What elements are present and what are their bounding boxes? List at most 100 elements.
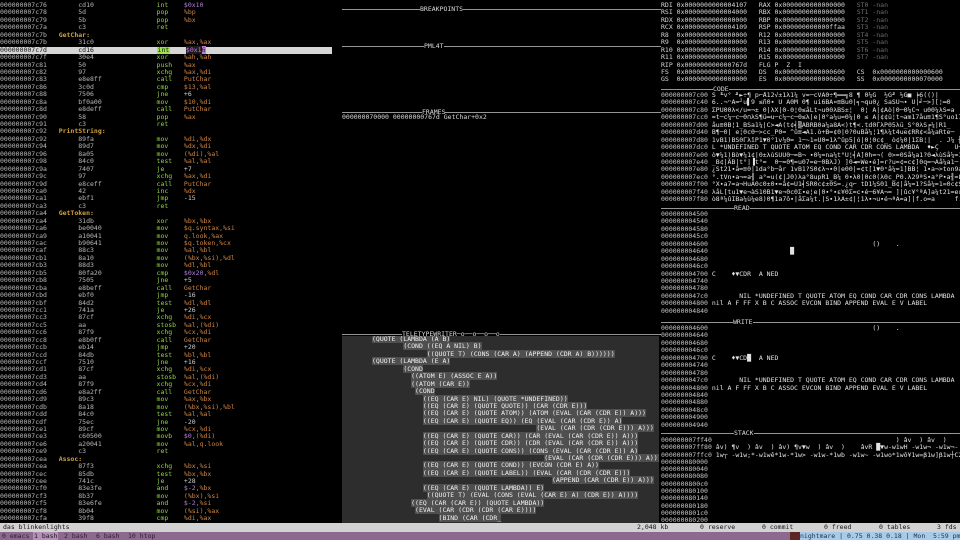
register-field: SS 0x0000000000070000 (856, 75, 943, 84)
disasm-row: 000000007cec 85db test %bx,%bx (0, 470, 332, 478)
tmux-window-10-htop[interactable]: 10 htop (128, 532, 155, 540)
status-stat: 0 tables (879, 523, 911, 531)
disasm-operand: %al,q.look (183, 439, 224, 448)
disasm-row: 000000007c7a c3 ret (0, 23, 332, 32)
tmux-status-bar: nightmare | 0.75 0.38 0.18 | Mon 5:59 pm… (0, 532, 960, 540)
register-field: GS 0x0000000000000000 (661, 75, 759, 84)
read-row: 000000004840 (661, 306, 960, 315)
tty-text: (EVAL (CAR (CDR (CDR (CAR E)))) (415, 506, 537, 515)
disasm-bytes: e8ceff (78, 179, 102, 188)
disasm-operand: -15 (183, 194, 196, 203)
disasm-bytes: ebf1 (78, 194, 94, 203)
memory-address: 000000007f80 (661, 195, 712, 204)
disasm-mnemonic: ret (156, 447, 169, 456)
code-memory-pane[interactable]: 000000007c00 S ╙v° ╜►÷¶ p⌐Å12√±1λ1¼ v≈─c… (661, 92, 960, 204)
disasm-operand: %ax (183, 112, 196, 121)
disasm-bytes: 5d (78, 8, 87, 17)
tmux-window-0-emacs[interactable]: 0 emacs (2, 532, 29, 540)
memory-content: ò8ª¼ûIBa¼ù¼e8)0¶1a7ô∙|åΣa¼t.|S∙1λA±¢|¦1λ… (711, 195, 960, 204)
disasm-row: 000000007c98 84c0 test %al,%al (0, 157, 332, 165)
register-field: ST7 -nan (856, 53, 888, 62)
divider (661, 433, 960, 434)
tty-line: (BIND (CAR (CDR_ (372, 513, 659, 522)
memory-content: C ♦▼CD█ A NED (711, 353, 779, 362)
tmux-window-2-bash[interactable]: 2 bash (64, 532, 87, 540)
disasm-address: 000000007cfa (0, 514, 47, 523)
breakpoints-header: BREAKPOINTS (342, 6, 661, 14)
disasm-bytes: e8deff (78, 105, 102, 114)
divider (661, 322, 960, 323)
status-stat: 0 commit (762, 523, 794, 531)
divider (342, 46, 661, 47)
divider (342, 334, 661, 335)
disasm-bytes: 50 (78, 60, 87, 69)
disasm-bytes: 58 (78, 112, 87, 121)
status-stat: 3 fds (937, 523, 957, 531)
status-stat: 2,048 kb (637, 523, 669, 531)
memory-address: 000000004940 (661, 420, 712, 429)
divider (661, 208, 960, 209)
tmux-window-1-bash[interactable]: 1 bash (33, 532, 59, 540)
memory-content: () . (711, 325, 900, 332)
write-row: 000000004940 (661, 420, 960, 429)
tty-text: ((EQ (CAR E) (QUOTE CDR)) (CDR (EVAL (CA… (422, 439, 639, 448)
disasm-mnemonic: cmp (156, 514, 169, 523)
disasm-row: 000000007cfa 39f8 cmp %di,%ax (0, 514, 332, 523)
frame-row: 000000070000 00000000767d GetChar+0x2 (342, 113, 487, 121)
memory-content: █ (711, 247, 795, 256)
memory-content: C ♦▼CDR A NED (711, 269, 779, 278)
pml4t-header: PML4T (342, 43, 661, 51)
tty-text: ((ATOM E) (ASSOC E A)) (411, 372, 498, 381)
write-memory-pane[interactable]: 000000004600 () . 000000004640 0000000046… (661, 325, 960, 429)
memory-content: 1w┬ -w1w;*-w1wê*1w-*1w> -w1w-*1wb -w1w~ … (715, 450, 960, 459)
tty-text: (COND (415, 387, 435, 396)
disasm-mnemonic: ret (156, 120, 169, 128)
memory-content: nil A F FF X B C ASSOC EVCON BIND APPEND… (711, 383, 928, 392)
disasm-bytes: c3 (78, 447, 87, 456)
status-bar: das blinkenlights 2,048 kb 0 reserve 0 com… (0, 523, 960, 532)
read-memory-pane[interactable]: 000000004500 000000004540 000000004580 0… (661, 211, 960, 317)
memory-address: 000000080200 (661, 516, 712, 523)
stack-memory-pane[interactable]: 000000007ff40 ) âv ) âv ) 000000007ff80 â… (661, 437, 960, 523)
disasm-bytes: 7407 (78, 164, 94, 173)
disasm-bytes: 87cf (78, 313, 94, 322)
disasm-row: 000000007ce9 c3 ret (0, 447, 332, 456)
disasm-bytes: 30e4 (78, 53, 94, 62)
disasm-operand: ,%dl (203, 268, 220, 277)
tmux-host-load-clock: nightmare | 0.75 0.38 0.18 | Mon 5:59 pm (800, 532, 960, 540)
disasm-bytes: 5b (78, 15, 87, 24)
registers-pane: RDI 0x0000000000004107 RAX 0x00000000000… (661, 1, 960, 84)
register-field: ES 0x0000000000000600 (758, 75, 857, 84)
tty-text: ((QUOTE T) (EVAL (CONS (EVAL (CAR E) A) … (426, 491, 639, 500)
divider (661, 89, 960, 90)
memory-content: nil A F FF X B C ASSOC EVCON BIND APPEND… (711, 299, 928, 308)
teletypewriter-pane[interactable]: (QUOTE (LAMBDA (A B) (COND ((EQ A NIL) B… (342, 336, 659, 523)
code-row: 000000007f80 ò8ª¼ûIBa¼ù¼e8)0¶1a7ô∙|åΣa¼t… (661, 195, 960, 204)
disasm-operand: %ax,%ax (183, 38, 212, 47)
disasm-bytes: cd10 (78, 1, 94, 9)
tmux-separator-block (790, 532, 800, 540)
register-row: GS 0x0000000000000000 ES 0x0000000000000… (661, 76, 960, 83)
tmux-window-6-bash[interactable]: 6 bash (96, 532, 119, 540)
frames-pane[interactable]: 000000070000 00000000767d GetChar+0x2 (342, 113, 661, 121)
pml4t-title: PML4T (424, 42, 444, 51)
disasm-mnemonic: ret (156, 201, 169, 210)
tty-text: (BIND (CAR (CDR_ (438, 513, 502, 522)
disasm-bytes: 87cf (78, 365, 94, 374)
disasm-bytes: a20041 (78, 439, 102, 448)
breakpoints-title: BREAKPOINTS (420, 5, 464, 14)
tty-text: (APPEND (CAR (CDR E)) A))) (552, 476, 654, 485)
disasm-bytes: c3 (78, 23, 87, 32)
memory-address: 000000004840 (661, 306, 712, 315)
tty-text: ((QUOTE T) (CONS (CAR A) (APPEND (CDR A)… (426, 349, 615, 358)
disasm-bytes: 39f8 (78, 514, 94, 523)
disasm-operand: %di,%ax (183, 514, 212, 523)
disassembly-pane[interactable]: 000000007c76 cd10 int $0x10 000000007c78 5d po… (0, 1, 332, 523)
status-stat: 0 reserve (700, 523, 736, 531)
disasm-row: 000000007cbf 84d2 test %dl,%dl (0, 299, 332, 307)
disasm-operand: %bx (183, 15, 196, 24)
disasm-row: 000000007c91 c3 ret (0, 120, 332, 128)
divider (342, 9, 661, 10)
disasm-mnemonic: ret (156, 23, 169, 32)
disasm-row: 000000007ca3 c3 ret (0, 201, 332, 210)
